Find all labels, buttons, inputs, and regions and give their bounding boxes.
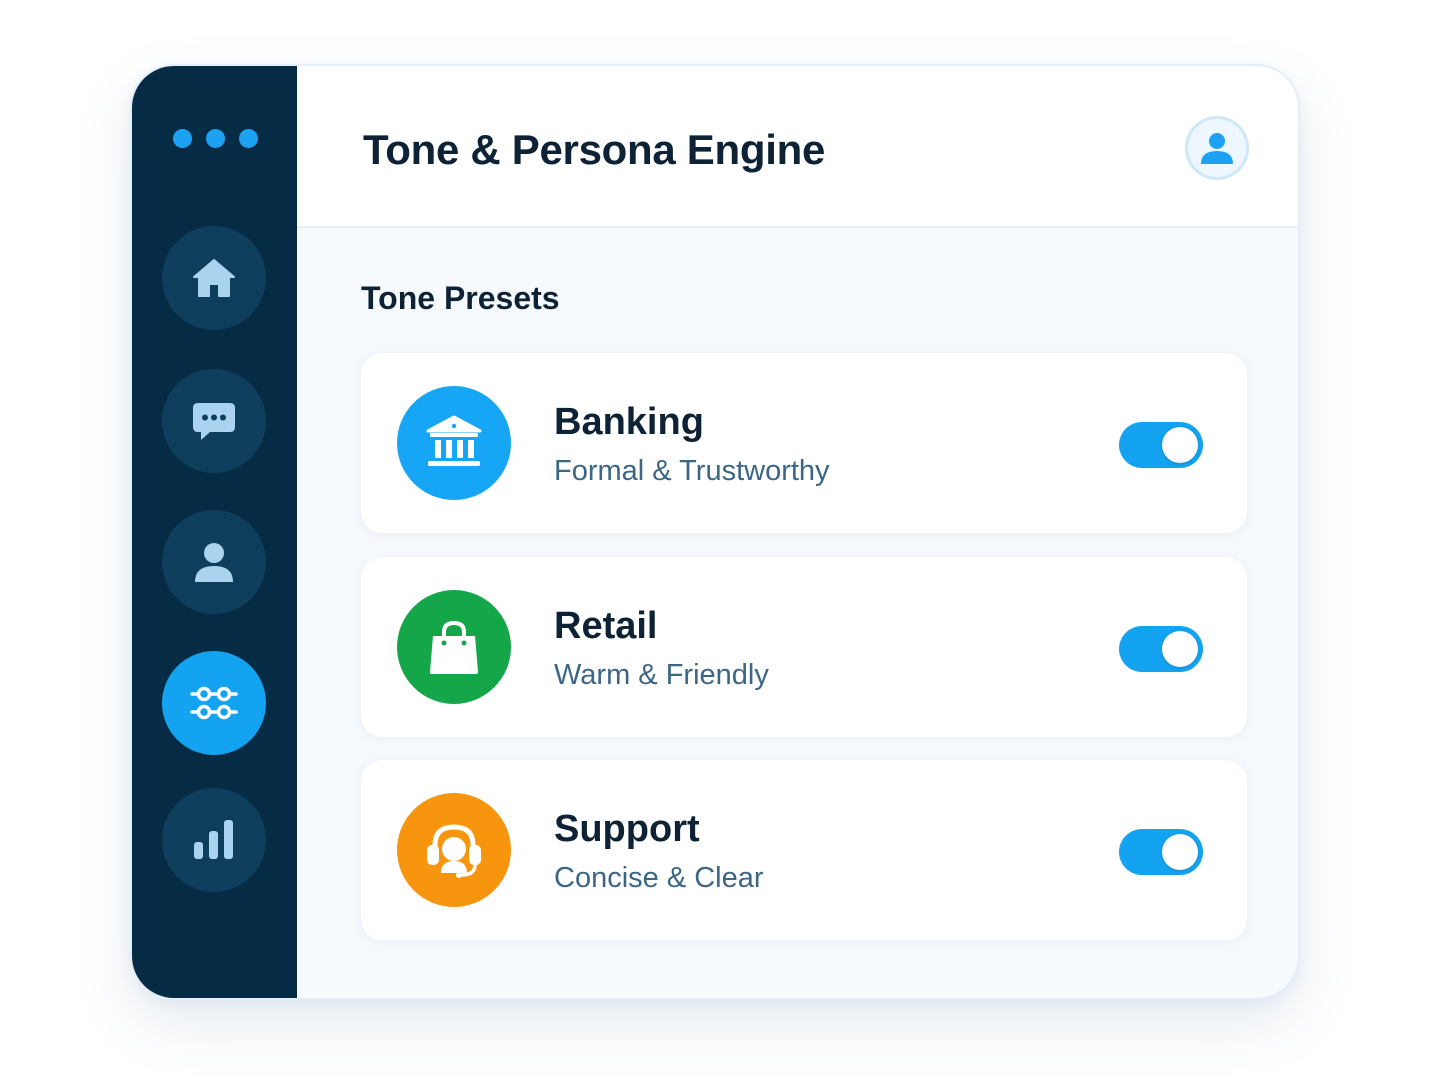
user-icon [195, 543, 233, 582]
toggle-knob [1162, 631, 1198, 667]
sidebar-item-settings[interactable] [162, 651, 266, 755]
window-dot[interactable] [239, 129, 258, 148]
preset-name: Banking [554, 401, 704, 443]
window-dot[interactable] [173, 129, 192, 148]
preset-description: Warm & Friendly [554, 659, 769, 691]
preset-toggle-support[interactable] [1119, 829, 1203, 875]
toggle-knob [1162, 834, 1198, 870]
app-window: Tone & Persona Engine Tone Presets Banki… [130, 64, 1300, 1000]
avatar[interactable] [1185, 116, 1249, 180]
window-dot[interactable] [206, 129, 225, 148]
toggle-knob [1162, 427, 1198, 463]
sidebar-item-chat[interactable] [162, 369, 266, 473]
sidebar [132, 66, 297, 998]
user-avatar-icon [1201, 133, 1233, 164]
headset-icon [427, 824, 481, 878]
page-title: Tone & Persona Engine [363, 126, 825, 173]
bar-chart-icon [194, 820, 233, 859]
shopping-bag-icon [430, 620, 478, 674]
home-icon [193, 259, 235, 297]
sidebar-item-home[interactable] [162, 226, 266, 330]
chat-icon [193, 403, 235, 440]
shopping-bag-icon-badge [397, 590, 511, 704]
preset-name: Support [554, 808, 700, 850]
section-title: Tone Presets [361, 280, 560, 316]
sidebar-item-profile[interactable] [162, 510, 266, 614]
preset-toggle-banking[interactable] [1119, 422, 1203, 468]
preset-card-support: Support Concise & Clear [360, 759, 1248, 941]
preset-name: Retail [554, 605, 658, 647]
preset-description: Formal & Trustworthy [554, 455, 830, 487]
preset-card-banking: Banking Formal & Trustworthy [360, 352, 1248, 534]
preset-description: Concise & Clear [554, 862, 764, 894]
headset-icon-badge [397, 793, 511, 907]
bank-icon-badge [397, 386, 511, 500]
preset-card-retail: Retail Warm & Friendly [360, 556, 1248, 738]
window-controls [173, 129, 258, 148]
sliders-icon [190, 686, 238, 720]
main-panel: Tone & Persona Engine Tone Presets Banki… [297, 66, 1298, 998]
bank-icon [426, 415, 482, 466]
sidebar-item-analytics[interactable] [162, 788, 266, 892]
preset-toggle-retail[interactable] [1119, 626, 1203, 672]
header: Tone & Persona Engine [297, 66, 1298, 228]
